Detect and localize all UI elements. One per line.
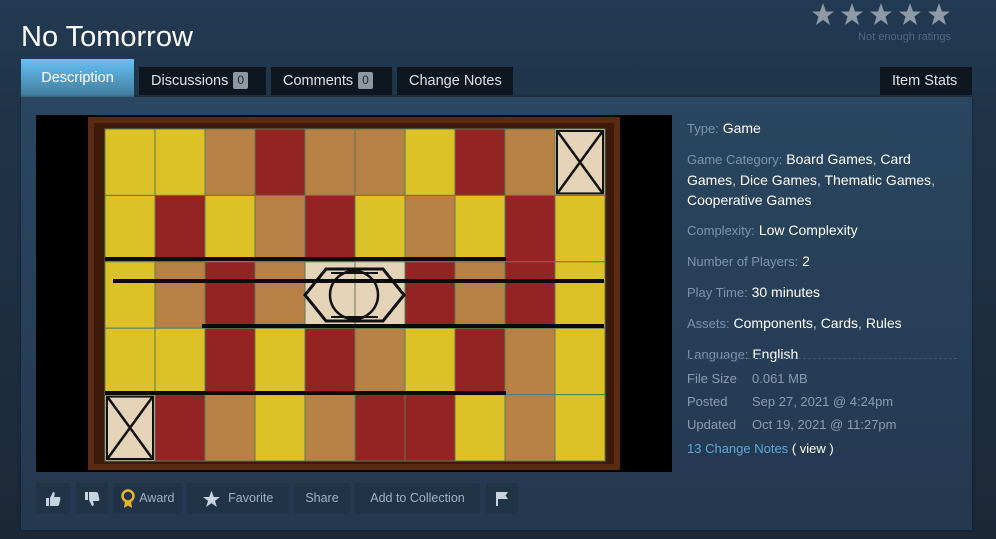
language-label: Language: — [687, 347, 749, 362]
count-badge: 0 — [233, 72, 249, 89]
type-label: Type: — [687, 121, 719, 136]
game-board-image — [88, 117, 620, 470]
tab-change-notes[interactable]: Change Notes — [397, 67, 513, 95]
award-icon — [121, 488, 136, 508]
asset-link[interactable]: Rules — [866, 315, 902, 331]
preview-image[interactable] — [36, 115, 672, 472]
star-icon — [928, 3, 950, 25]
award-label: Award — [139, 491, 175, 505]
type-row: Type: Game — [687, 118, 957, 139]
share-label: Share — [305, 491, 339, 505]
thumbs-down-button[interactable] — [76, 483, 108, 514]
tab-bar: Description Discussions 0 Comments 0 Chang… — [21, 59, 972, 97]
tab-label: Change Notes — [409, 73, 502, 89]
updated-value: Oct 19, 2021 @ 11:27pm — [752, 417, 897, 432]
asset-link[interactable]: Components — [734, 315, 813, 331]
thumbs-up-button[interactable] — [36, 483, 70, 514]
tab-label: Description — [41, 70, 114, 86]
complexity-value[interactable]: Low Complexity — [759, 222, 858, 238]
players-label: Number of Players: — [687, 254, 799, 269]
category-label: Game Category: — [687, 152, 783, 167]
divider — [687, 358, 957, 359]
star-icon — [202, 490, 220, 508]
players-value[interactable]: 2 — [802, 253, 810, 269]
rating-note: Not enough ratings — [858, 31, 951, 43]
favorite-button[interactable]: Favorite — [187, 483, 289, 514]
language-value[interactable]: English — [752, 346, 798, 362]
count-badge: 0 — [358, 72, 373, 89]
filesize-row: File Size 0.061 MB — [687, 371, 808, 386]
tab-comments[interactable]: Comments 0 — [271, 67, 392, 95]
playtime-row: Play Time: 30 minutes — [687, 282, 957, 303]
page-title: No Tomorrow — [21, 21, 193, 54]
thumbs-up-icon — [46, 491, 61, 506]
tab-label: Comments — [283, 73, 354, 89]
asset-link[interactable]: Cards — [821, 315, 858, 331]
details-panel: Type: Game Game Category: Board Games, C… — [687, 118, 957, 375]
category-link[interactable]: Cooperative Games — [687, 192, 812, 208]
award-button[interactable]: Award — [113, 483, 182, 514]
filesize-value: 0.061 MB — [752, 371, 808, 386]
star-icon — [899, 3, 921, 25]
type-value[interactable]: Game — [723, 120, 761, 136]
report-button[interactable] — [486, 483, 518, 514]
tab-item-stats[interactable]: Item Stats — [880, 67, 972, 95]
thumbs-down-icon — [85, 491, 100, 506]
playtime-label: Play Time: — [687, 285, 748, 300]
flag-icon — [496, 491, 508, 506]
tab-label: Item Stats — [892, 73, 958, 89]
star-icon — [870, 3, 892, 25]
view-link[interactable]: ( view ) — [792, 441, 834, 456]
posted-row: Posted Sep 27, 2021 @ 4:24pm — [687, 394, 893, 409]
posted-label: Posted — [687, 394, 728, 409]
complexity-row: Complexity: Low Complexity — [687, 220, 957, 241]
players-row: Number of Players: 2 — [687, 251, 957, 272]
category-link[interactable]: Dice Games — [740, 172, 817, 188]
language-row: Language: English — [687, 344, 957, 365]
change-notes-row: 13 Change Notes ( view ) — [687, 441, 834, 456]
complexity-label: Complexity: — [687, 223, 755, 238]
tab-discussions[interactable]: Discussions 0 — [139, 67, 266, 95]
star-icon — [841, 3, 863, 25]
share-button[interactable]: Share — [294, 483, 350, 514]
category-row: Game Category: Board Games, Card Games, … — [687, 151, 935, 208]
change-notes-link[interactable]: 13 Change Notes — [687, 441, 788, 456]
tab-label: Discussions — [151, 73, 229, 89]
category-link[interactable]: Board Games — [786, 151, 872, 167]
favorite-label: Favorite — [228, 491, 274, 505]
category-link[interactable]: Thematic Games — [824, 172, 931, 188]
assets-row: Assets: Components, Cards, Rules — [687, 315, 902, 331]
star-icon — [812, 3, 834, 25]
updated-label: Updated — [687, 417, 737, 432]
tab-description[interactable]: Description — [21, 59, 134, 97]
posted-value: Sep 27, 2021 @ 4:24pm — [752, 394, 894, 409]
filesize-label: File Size — [687, 371, 737, 386]
playtime-value[interactable]: 30 minutes — [752, 284, 820, 300]
assets-label: Assets: — [687, 316, 730, 331]
add-collection-label: Add to Collection — [370, 491, 465, 505]
updated-row: Updated Oct 19, 2021 @ 11:27pm — [687, 417, 897, 432]
add-to-collection-button[interactable]: Add to Collection — [355, 483, 480, 514]
rating-stars — [812, 2, 952, 28]
